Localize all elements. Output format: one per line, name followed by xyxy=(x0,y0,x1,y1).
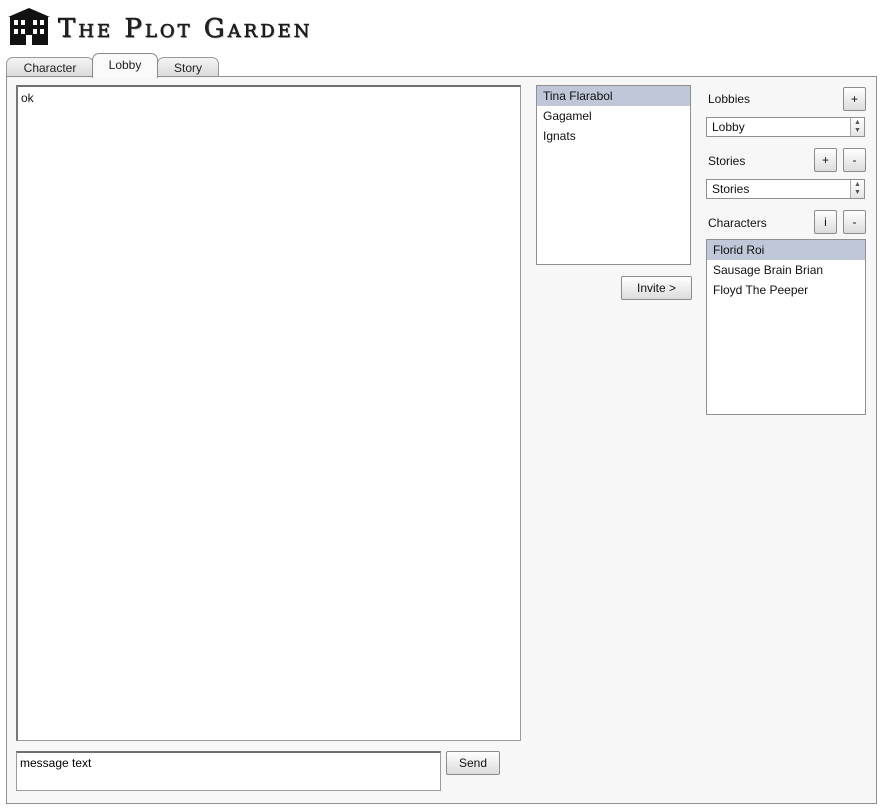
player-item[interactable]: Ignats xyxy=(537,126,690,146)
player-list[interactable]: Tina Flarabol Gagamel Ignats xyxy=(536,85,691,265)
characters-label: Characters xyxy=(708,216,767,230)
lobbies-label: Lobbies xyxy=(708,92,751,106)
add-story-button[interactable]: + xyxy=(814,148,837,172)
add-lobby-button[interactable]: + xyxy=(843,87,866,111)
character-item[interactable]: Floyd The Peeper xyxy=(707,280,865,300)
tab-bar: Character Story Lobby xyxy=(6,53,406,78)
story-select-value: Stories xyxy=(712,182,750,196)
character-item[interactable]: Sausage Brain Brian xyxy=(707,260,865,280)
story-select[interactable]: Stories ▲ ▼ xyxy=(706,179,865,199)
app-header: The Plot Garden xyxy=(8,8,408,46)
player-item[interactable]: Gagamel xyxy=(537,106,690,126)
character-info-button[interactable]: i xyxy=(814,210,837,234)
tab-story[interactable]: Story xyxy=(157,57,219,78)
tab-character[interactable]: Character xyxy=(6,57,94,78)
remove-character-button[interactable]: - xyxy=(843,210,866,234)
tab-lobby[interactable]: Lobby xyxy=(92,53,158,78)
message-input[interactable]: message text xyxy=(16,751,441,791)
chat-message: ok xyxy=(21,91,34,105)
lobby-select[interactable]: Lobby ▲ ▼ xyxy=(706,117,865,137)
select-arrows-icon: ▲ ▼ xyxy=(850,118,864,136)
character-list[interactable]: Florid Roi Sausage Brain Brian Floyd The… xyxy=(706,239,866,415)
stories-label: Stories xyxy=(708,154,746,168)
player-item[interactable]: Tina Flarabol xyxy=(537,86,690,106)
lobby-select-value: Lobby xyxy=(712,120,745,134)
chat-log[interactable]: ok xyxy=(16,85,521,741)
remove-story-button[interactable]: - xyxy=(843,148,866,172)
app-title: The Plot Garden xyxy=(58,14,313,45)
building-logo-icon xyxy=(8,8,50,45)
send-button[interactable]: Send xyxy=(446,751,500,775)
invite-button[interactable]: Invite > xyxy=(621,276,692,300)
select-arrows-icon: ▲ ▼ xyxy=(850,180,864,198)
character-item[interactable]: Florid Roi xyxy=(707,240,865,260)
